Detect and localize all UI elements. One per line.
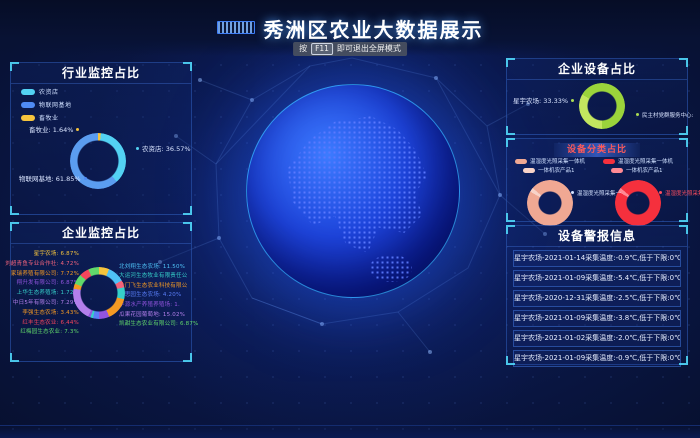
- legend-item[interactable]: 一体机农产品1: [611, 166, 663, 174]
- alarm-row: 星宇农场-2021-01-09采集温度:-3.8℃,低于下限:0℃: [513, 310, 681, 327]
- alarm-row: 星宇农场-2021-01-09采集温度:-0.9℃,低于下限:0℃: [513, 350, 681, 367]
- page-title: 秀洲区农业大数据展示: [264, 14, 484, 43]
- alarm-list: 星宇农场-2021-01-14采集温度:-0.9℃,低于下限:0℃ 星宇农场-20…: [507, 250, 687, 367]
- industry-monitor-panel: 行业监控占比 农资店物联网基地畜牧业 畜牧业: 1.64% 农资店: 36.57%…: [10, 62, 192, 215]
- dashboard: 秀洲区农业大数据展示 按 F11 即可退出全屏模式 行业监控占比 农资店物联网基…: [0, 0, 700, 438]
- globe-continents: [262, 100, 444, 282]
- industry-panel-title: 行业监控占比: [11, 63, 191, 84]
- footer-band: [0, 425, 700, 438]
- device-group-left: 温湿度光照采集一体机一体机农产品1温湿度光照采集一: [511, 153, 599, 221]
- chart-label: 刘超青鱼专业合作社: 4.72%: [5, 259, 79, 267]
- chart-label: 大运河生态牧业有限责任公: [119, 271, 187, 279]
- f11-keycap: F11: [311, 43, 333, 55]
- equipment-donut-chart[interactable]: [579, 83, 625, 129]
- title-area: 秀洲区农业大数据展示: [0, 14, 700, 43]
- callout-text: 民主村党群服务中心:: [642, 113, 693, 119]
- legend-swatch: [603, 159, 615, 164]
- callout-text: 农资店: 36.57%: [142, 145, 191, 153]
- legend-swatch: [523, 168, 535, 173]
- legend-item[interactable]: 畜牧业: [21, 113, 72, 122]
- enterprise-labels-right: 北刘翔生态农场: 11.50%大运河生态牧业有限责任公陆门飞生态农业科技有限公鸭…: [119, 223, 191, 361]
- enterprise-monitor-panel: 企业监控占比 星宇农场: 6.87%刘超青鱼专业合作社: 4.72%家瑞养殖有限…: [10, 222, 192, 362]
- chart-label: 中日5年有限公司: 7.29%: [13, 298, 79, 306]
- legend-label: 一体机农产品1: [538, 166, 575, 174]
- globe-visualization[interactable]: [246, 84, 460, 298]
- alarm-panel-title: 设备警报信息: [507, 226, 687, 247]
- legend-label: 农资店: [39, 87, 59, 96]
- legend-item[interactable]: 一体机农产品1: [523, 166, 575, 174]
- legend-item[interactable]: 农资店: [21, 87, 72, 96]
- legend-label: 温湿度光照采集一体机: [618, 157, 673, 165]
- alarm-row: 星宇农场-2020-12-31采集温度:-2.5℃,低于下限:0℃: [513, 290, 681, 307]
- chart-label: 丰源水产养殖养殖场: 1.: [119, 300, 180, 308]
- equipment-ratio-panel: 企业设备占比 星宇农场: 33.33%民主村党群服务中心:: [506, 58, 688, 135]
- globe-continent-small: [370, 255, 412, 283]
- callout-dot: [636, 113, 639, 116]
- alarm-row: 星宇农场-2021-01-14采集温度:-0.9℃,低于下限:0℃: [513, 250, 681, 267]
- chart-label: 陆门飞生态农业科技有限公: [119, 281, 187, 289]
- alarm-row: 星宇农场-2021-01-09采集温度:-5.4℃,低于下限:0℃: [513, 270, 681, 287]
- donut-callout: 农资店: 36.57%: [133, 143, 191, 153]
- callout-dot: [76, 128, 79, 131]
- callout-dot: [84, 177, 87, 180]
- donut-callout: 民主村党群服务中心:: [633, 111, 693, 119]
- chart-label: 家瑞养殖有限公司: 7.72%: [11, 269, 79, 277]
- industry-legend: 农资店物联网基地畜牧业: [21, 87, 72, 126]
- callout-text: 温湿度光照采集一: [665, 191, 700, 197]
- callout-text: 畜牧业: 1.64%: [29, 126, 73, 134]
- legend-item[interactable]: 温湿度光照采集一体机: [603, 157, 673, 165]
- chart-label: 上华生态养殖场: 1.72%: [17, 288, 79, 296]
- callout-text: 温湿度光照采集一: [577, 191, 621, 197]
- donut-callout: 温湿度光照采集一: [571, 189, 621, 197]
- callout-dot: [571, 191, 574, 194]
- enterprise-labels-left: 星宇农场: 6.87%刘超青鱼专业合作社: 4.72%家瑞养殖有限公司: 7.7…: [13, 223, 79, 361]
- chart-label: 红梅园生态农业: 7.3%: [20, 327, 79, 335]
- callout-dot: [136, 147, 139, 150]
- callout-text: 物联网基地: 61.85%: [19, 175, 81, 183]
- chart-label: 北刘翔生态农场: 11.50%: [119, 262, 185, 270]
- enterprise-donut-chart[interactable]: [73, 267, 125, 319]
- legend-swatch: [515, 159, 527, 164]
- alarm-info-panel: 设备警报信息 星宇农场-2021-01-14采集温度:-0.9℃,低于下限:0℃…: [506, 225, 688, 365]
- callout-dot: [659, 191, 662, 194]
- legend-swatch: [611, 168, 623, 173]
- donut-callout: 温湿度光照采集一: [659, 189, 700, 197]
- chart-label: 凯甜生态农业有限公司: 6.87%: [119, 319, 198, 327]
- hint-prefix: 按: [299, 42, 307, 56]
- chart-label: 瓜果花园葡萄地: 15.02%: [119, 310, 185, 318]
- device-classification-panel: 设备分类占比 温湿度光照采集一体机一体机农产品1温湿度光照采集一 温湿度光照采集…: [506, 138, 688, 222]
- donut-callout: 星宇农场: 33.33%: [513, 95, 577, 105]
- device-donut-chart[interactable]: [527, 180, 573, 226]
- device-donut-chart[interactable]: [615, 180, 661, 226]
- device-group-right: 温湿度光照采集一体机一体机农产品1温湿度光照采集一: [599, 153, 687, 221]
- alarm-row: 星宇农场-2021-01-02采集温度:-2.0℃,低于下限:0℃: [513, 330, 681, 347]
- chart-label: 鸭思园生态农场: 4.20%: [119, 290, 181, 298]
- chart-label: 李强生态农场: 3.43%: [22, 308, 79, 316]
- donut-callout: 物联网基地: 61.85%: [19, 173, 90, 183]
- donut-callout: 畜牧业: 1.64%: [29, 124, 82, 134]
- chart-label: 红丰生态农业: 6.44%: [22, 318, 79, 326]
- chart-label: 翔升发有限公司: 6.87%: [17, 278, 79, 286]
- equipment-panel-title: 企业设备占比: [507, 59, 687, 80]
- legend-swatch: [21, 102, 35, 108]
- legend-item[interactable]: 物联网基地: [21, 100, 72, 109]
- chart-label: 星宇农场: 6.87%: [34, 249, 79, 257]
- legend-label: 温湿度光照采集一体机: [530, 157, 585, 165]
- legend-label: 畜牧业: [39, 113, 59, 122]
- legend-item[interactable]: 温湿度光照采集一体机: [515, 157, 585, 165]
- legend-swatch: [21, 115, 35, 121]
- fullscreen-hint: 按 F11 即可退出全屏模式: [293, 42, 407, 56]
- legend-label: 一体机农产品1: [626, 166, 663, 174]
- hint-suffix: 即可退出全屏模式: [337, 42, 401, 56]
- callout-text: 星宇农场: 33.33%: [513, 97, 568, 105]
- callout-dot: [571, 99, 574, 102]
- header-bar: 秀洲区农业大数据展示 按 F11 即可退出全屏模式: [0, 0, 700, 56]
- legend-label: 物联网基地: [39, 100, 72, 109]
- legend-swatch: [21, 89, 35, 95]
- logo-badge: [217, 21, 255, 34]
